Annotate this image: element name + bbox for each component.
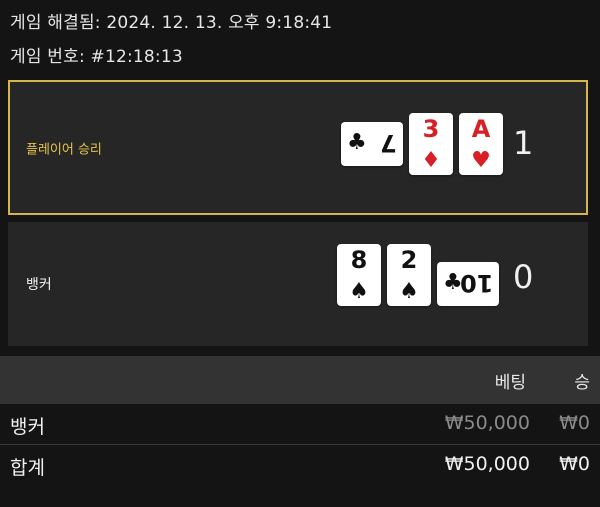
card-rank: 8 [350,246,368,274]
card-rank: 10 [459,269,493,297]
banker-cards: 8 ♠ 2 ♠ 10 ♣ [337,244,499,306]
player-score: 1 [513,124,534,162]
bet-column-header: 베팅 [494,373,526,393]
game-number: 게임 번호: #12:18:13 [10,47,183,67]
banker-hand-panel: 뱅커 8 ♠ 2 ♠ 10 ♣ 0 [8,222,588,346]
card-rank: 2 [400,246,418,274]
row-label: 합계 [10,457,45,479]
player-hand-panel: 플레이어 승리 7 ♣ 3 ♦ A ♥ 1 [8,80,588,215]
banker-card-2: 2 ♠ [387,244,431,306]
bets-table-header: 베팅 승 [0,356,600,404]
win-column-header: 승 [574,373,590,393]
player-card-2: 3 ♦ [409,113,453,175]
card-rank: 7 [380,129,397,157]
heart-icon: ♥ [471,148,491,173]
row-bet: ₩50,000 [444,453,530,475]
spade-icon: ♠ [349,279,369,304]
player-card-3: A ♥ [459,113,503,175]
player-result-label: 플레이어 승리 [26,142,102,157]
player-card-1: 7 ♣ [341,122,403,166]
banker-label: 뱅커 [26,277,52,293]
player-cards: 7 ♣ 3 ♦ A ♥ [341,113,503,175]
row-win: ₩0 [559,453,590,475]
club-icon: ♣ [347,130,367,155]
card-rank: A [471,115,491,143]
table-row: 뱅커 ₩50,000 ₩0 [0,404,600,445]
row-win: ₩0 [559,412,590,434]
banker-score: 0 [513,258,534,296]
club-icon: ♣ [443,270,463,295]
row-label: 뱅커 [10,416,45,438]
row-bet: ₩50,000 [444,412,530,434]
banker-card-3: 10 ♣ [437,262,499,306]
banker-card-1: 8 ♠ [337,244,381,306]
diamond-icon: ♦ [421,148,441,173]
card-rank: 3 [422,115,440,143]
table-row-total: 합계 ₩50,000 ₩0 [0,445,600,485]
spade-icon: ♠ [399,279,419,304]
game-resolved-time: 게임 해결됨: 2024. 12. 13. 오후 9:18:41 [10,13,333,33]
